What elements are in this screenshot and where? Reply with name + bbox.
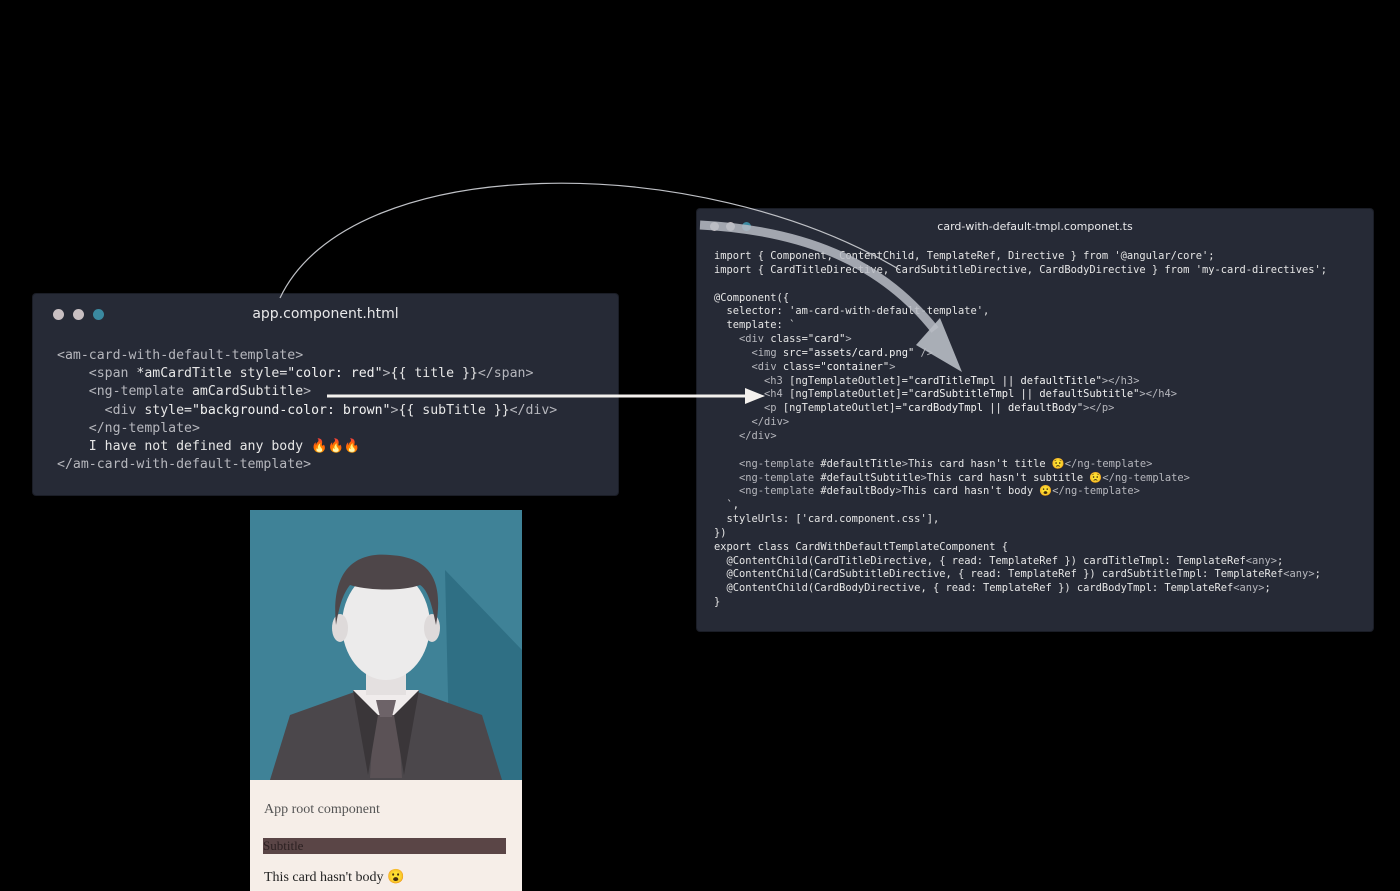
code-block: import { Component, ContentChild, Templa… <box>714 250 1327 610</box>
code-line: <ng-template #defaultBody>This card hasn… <box>739 485 1140 498</box>
window-title: app.component.html <box>252 306 399 322</box>
code-line: <h3 [ngTemplateOutlet]="cardTitleTmpl ||… <box>764 374 1140 387</box>
code-line: @ContentChild(CardBodyDirective, { read:… <box>714 582 1271 595</box>
code-line: @Component({ <box>714 291 790 304</box>
code-block: <am-card-with-default-template> <span *a… <box>57 347 557 474</box>
card-subtitle: Subtitle <box>263 838 506 854</box>
code-line: <p [ngTemplateOutlet]="cardBodyTmpl || d… <box>764 402 1115 415</box>
code-line: <h4 [ngTemplateOutlet]="cardSubtitleTmpl… <box>764 388 1177 401</box>
card-title: App root component <box>264 802 380 817</box>
code-line: import { CardTitleDirective, CardSubtitl… <box>714 263 1328 276</box>
code-line: I have not defined any body 🔥🔥🔥 <box>57 439 361 455</box>
code-line: </am-card-with-default-template> <box>57 457 312 473</box>
code-line: <am-card-with-default-template> <box>57 348 304 363</box>
code-line: template: ` <box>714 319 796 332</box>
code-line: @ContentChild(CardSubtitleDirective, { r… <box>714 568 1321 581</box>
code-line: styleUrls: ['card.component.css'], <box>714 513 940 526</box>
code-line: <div style="background-color: brown">{{ … <box>104 402 558 418</box>
code-line: export class CardWithDefaultTemplateComp… <box>714 540 1009 553</box>
code-line: <img src="assets/card.png" /> <box>751 346 933 359</box>
code-line: </div> <box>751 416 790 429</box>
window-title: card-with-default-tmpl.componet.ts <box>937 220 1133 233</box>
window-titlebar: app.component.html <box>33 294 618 334</box>
code-line: <ng-template #defaultSubtitle>This card … <box>739 471 1190 484</box>
code-line: <ng-template amCardSubtitle> <box>88 384 312 400</box>
code-line: <div class="card"> <box>739 333 852 346</box>
card-component-ts-window: card-with-default-tmpl.componet.ts impor… <box>697 209 1373 631</box>
code-line: `, <box>714 499 740 512</box>
window-titlebar: card-with-default-tmpl.componet.ts <box>697 209 1373 249</box>
code-line: @ContentChild(CardTitleDirective, { read… <box>714 554 1284 567</box>
card-body: This card hasn't body 😮 <box>264 870 405 885</box>
code-line: selector: 'am-card-with-default-template… <box>714 305 990 318</box>
card-preview: App root component Subtitle This card ha… <box>250 510 522 891</box>
code-line: } <box>714 596 721 609</box>
code-line: <ng-template #defaultTitle>This card has… <box>739 457 1153 470</box>
avatar-illustration-icon <box>250 510 522 780</box>
code-line: }) <box>714 526 727 539</box>
code-line: </div> <box>739 429 777 442</box>
card-image <box>250 510 522 780</box>
code-line: </ng-template> <box>88 420 200 436</box>
code-line: <span *amCardTitle style="color: red">{{… <box>88 366 534 382</box>
app-component-html-window: app.component.html <am-card-with-default… <box>33 294 618 495</box>
code-line: import { Component, ContentChild, Templa… <box>714 250 1215 262</box>
code-line: <div class="container"> <box>751 360 896 373</box>
